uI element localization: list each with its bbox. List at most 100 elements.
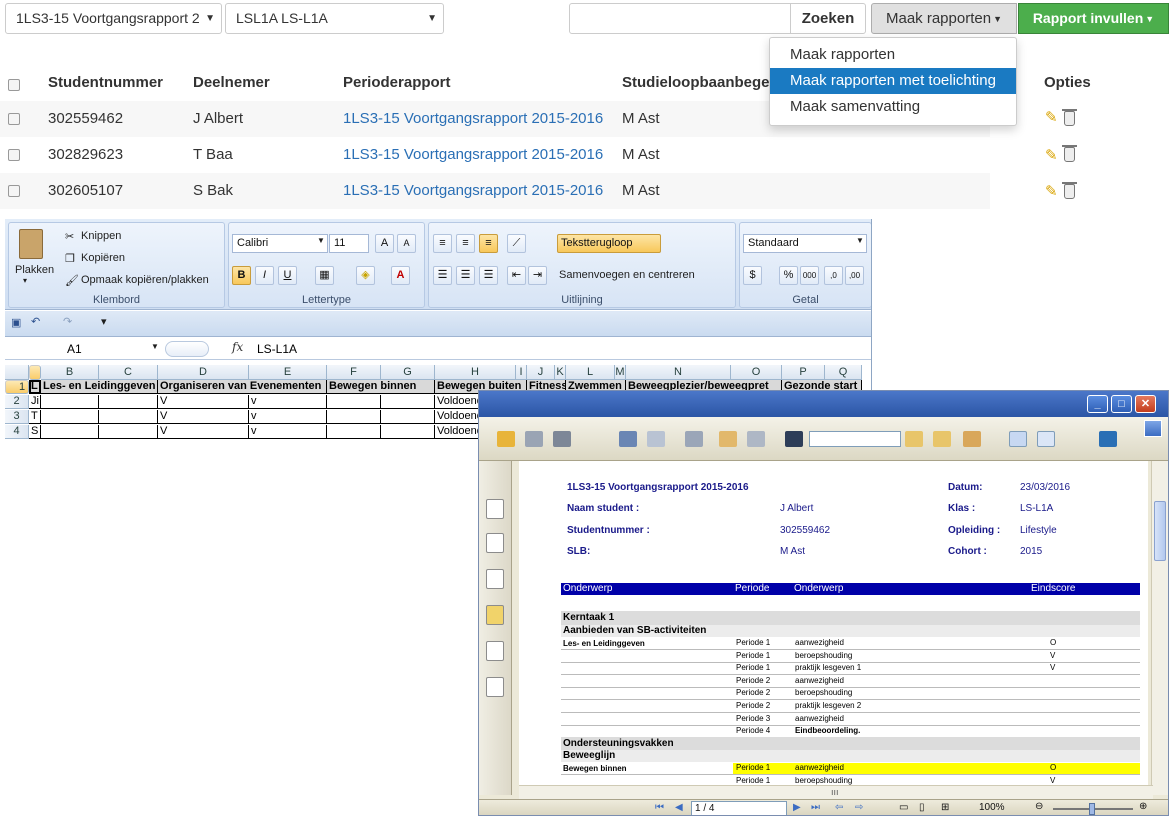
row-checkbox[interactable] bbox=[8, 185, 20, 197]
align-top-icon[interactable]: ≡ bbox=[433, 234, 452, 253]
align-bottom-icon[interactable]: ≡ bbox=[479, 234, 498, 253]
trash-icon[interactable] bbox=[1062, 109, 1077, 126]
merge-center-button[interactable]: Samenvoegen en centreren bbox=[559, 269, 695, 281]
save-icon[interactable] bbox=[525, 431, 543, 447]
zoom-slider-thumb[interactable] bbox=[1089, 803, 1095, 815]
cell[interactable]: V bbox=[158, 395, 249, 409]
cell[interactable]: V bbox=[158, 425, 249, 439]
wrap-text-button[interactable]: Tekstterugloop bbox=[557, 234, 661, 253]
redo-icon[interactable]: ↷ bbox=[63, 315, 72, 328]
chevron-down-icon[interactable]: ▼ bbox=[856, 236, 864, 245]
find-icon[interactable] bbox=[785, 431, 803, 447]
continuous-icon[interactable]: ▯ bbox=[919, 802, 925, 813]
column-header[interactable]: B bbox=[41, 365, 99, 380]
zoom-out-icon[interactable]: ⊖ bbox=[1035, 801, 1043, 812]
font-name-select[interactable]: Calibri bbox=[232, 234, 328, 253]
grow-font-button[interactable]: A bbox=[375, 234, 394, 253]
cell[interactable] bbox=[41, 410, 99, 424]
formula-input[interactable]: LS-L1A bbox=[257, 340, 297, 358]
search-input[interactable] bbox=[569, 3, 791, 34]
last-page-icon[interactable]: ⏭ bbox=[811, 802, 820, 813]
borders-icon[interactable]: ▦ bbox=[315, 266, 334, 285]
name-box[interactable]: A1 bbox=[7, 340, 157, 358]
app-logo-icon[interactable] bbox=[1099, 431, 1117, 447]
column-header[interactable]: F bbox=[327, 365, 381, 380]
percent-icon[interactable]: % bbox=[779, 266, 798, 285]
col-perioderapport[interactable]: Perioderapport bbox=[343, 74, 451, 91]
align-center-icon[interactable]: ☰ bbox=[456, 266, 475, 285]
align-middle-icon[interactable]: ≡ bbox=[456, 234, 475, 253]
column-header[interactable]: D bbox=[158, 365, 249, 380]
copy-button[interactable]: Kopiëren bbox=[81, 252, 125, 264]
binoculars-icon[interactable] bbox=[647, 431, 665, 447]
column-header[interactable]: K bbox=[555, 365, 566, 380]
column-header[interactable]: I bbox=[516, 365, 527, 380]
maximize-icon[interactable]: □ bbox=[1111, 395, 1132, 413]
col-studentnummer[interactable]: Studentnummer bbox=[48, 74, 163, 91]
trash-icon[interactable] bbox=[1062, 145, 1077, 162]
class-select[interactable]: LSL1A LS-L1A ▼ bbox=[225, 3, 444, 34]
trash-icon[interactable] bbox=[1062, 182, 1077, 199]
font-size-select[interactable]: 11 bbox=[329, 234, 369, 253]
cell[interactable]: v bbox=[249, 425, 327, 439]
header-cell[interactable]: Les- en Leidinggeven bbox=[41, 380, 158, 394]
cell[interactable]: S bbox=[29, 425, 41, 439]
zoom-in-icon[interactable]: ⊕ bbox=[1139, 801, 1147, 812]
chevron-down-icon[interactable]: ▼ bbox=[317, 236, 325, 245]
edit-pencil-icon[interactable]: ✎ bbox=[1045, 146, 1058, 164]
eraser-icon[interactable] bbox=[486, 569, 504, 589]
fit-page-icon[interactable] bbox=[1037, 431, 1055, 447]
forward-icon[interactable]: ⇨ bbox=[855, 802, 863, 813]
menu-item-make-reports-with-notes[interactable]: Maak rapporten met toelichting bbox=[770, 68, 1016, 94]
paste-button[interactable]: Plakken bbox=[15, 264, 54, 276]
make-reports-button[interactable]: Maak rapporten ▼ bbox=[871, 3, 1017, 34]
decrease-indent-icon[interactable]: ⇤ bbox=[507, 266, 526, 285]
next-page-icon[interactable]: ▶ bbox=[793, 802, 801, 813]
column-header[interactable]: P bbox=[782, 365, 825, 380]
column-header[interactable]: C bbox=[99, 365, 158, 380]
column-header[interactable]: J bbox=[527, 365, 555, 380]
row-checkbox[interactable] bbox=[8, 149, 20, 161]
vertical-scrollbar[interactable] bbox=[1151, 461, 1168, 795]
undo-icon[interactable]: ↶ bbox=[31, 315, 40, 328]
cell[interactable]: T bbox=[29, 410, 41, 424]
previous-page-icon[interactable]: ◀ bbox=[675, 802, 683, 813]
cell[interactable] bbox=[381, 410, 435, 424]
row-checkbox[interactable] bbox=[8, 113, 20, 125]
comments-icon[interactable] bbox=[486, 605, 504, 625]
col-slb[interactable]: Studieloopbaanbegel bbox=[622, 74, 774, 91]
cell[interactable] bbox=[99, 410, 158, 424]
italic-button[interactable]: I bbox=[255, 266, 274, 285]
period-report-link[interactable]: 1LS3-15 Voortgangsrapport 2015-2016 bbox=[343, 182, 603, 199]
report-select[interactable]: 1LS3-15 Voortgangsrapport 2 ▼ bbox=[5, 3, 222, 34]
signature-icon[interactable] bbox=[486, 677, 504, 697]
cell[interactable]: v bbox=[249, 395, 327, 409]
next-result-icon[interactable] bbox=[933, 431, 951, 447]
bookmarks-icon[interactable] bbox=[486, 533, 504, 553]
header-cell[interactable]: L bbox=[29, 380, 41, 394]
cell[interactable]: V bbox=[158, 410, 249, 424]
paste-icon[interactable] bbox=[19, 229, 43, 259]
decrease-decimal-icon[interactable]: ,00 bbox=[845, 266, 864, 285]
print-icon[interactable] bbox=[619, 431, 637, 447]
period-report-link[interactable]: 1LS3-15 Voortgangsrapport 2015-2016 bbox=[343, 146, 603, 163]
save-icon[interactable]: ▣ bbox=[11, 316, 21, 329]
column-header[interactable]: O bbox=[731, 365, 782, 380]
cell[interactable]: Ji bbox=[29, 395, 41, 409]
column-header[interactable]: L bbox=[566, 365, 615, 380]
edit-pencil-icon[interactable]: ✎ bbox=[1045, 182, 1058, 200]
chevron-down-icon[interactable]: ▾ bbox=[23, 276, 27, 285]
cell[interactable]: v bbox=[249, 410, 327, 424]
close-icon[interactable]: ✕ bbox=[1135, 395, 1156, 413]
format-painter-button[interactable]: Opmaak kopiëren/plakken bbox=[81, 274, 209, 286]
align-left-icon[interactable]: ☰ bbox=[433, 266, 452, 285]
facing-icon[interactable]: ⊞ bbox=[941, 802, 949, 813]
header-cell[interactable]: Organiseren van Evenementen bbox=[158, 380, 327, 394]
hand-tool-icon[interactable] bbox=[719, 431, 737, 447]
column-header[interactable]: G bbox=[381, 365, 435, 380]
page-number-input[interactable]: 1 / 4 bbox=[691, 801, 787, 815]
cell[interactable] bbox=[327, 410, 381, 424]
open-folder-icon[interactable] bbox=[497, 431, 515, 447]
column-header[interactable]: N bbox=[626, 365, 731, 380]
horizontal-scrollbar[interactable]: ııı bbox=[519, 785, 1153, 799]
